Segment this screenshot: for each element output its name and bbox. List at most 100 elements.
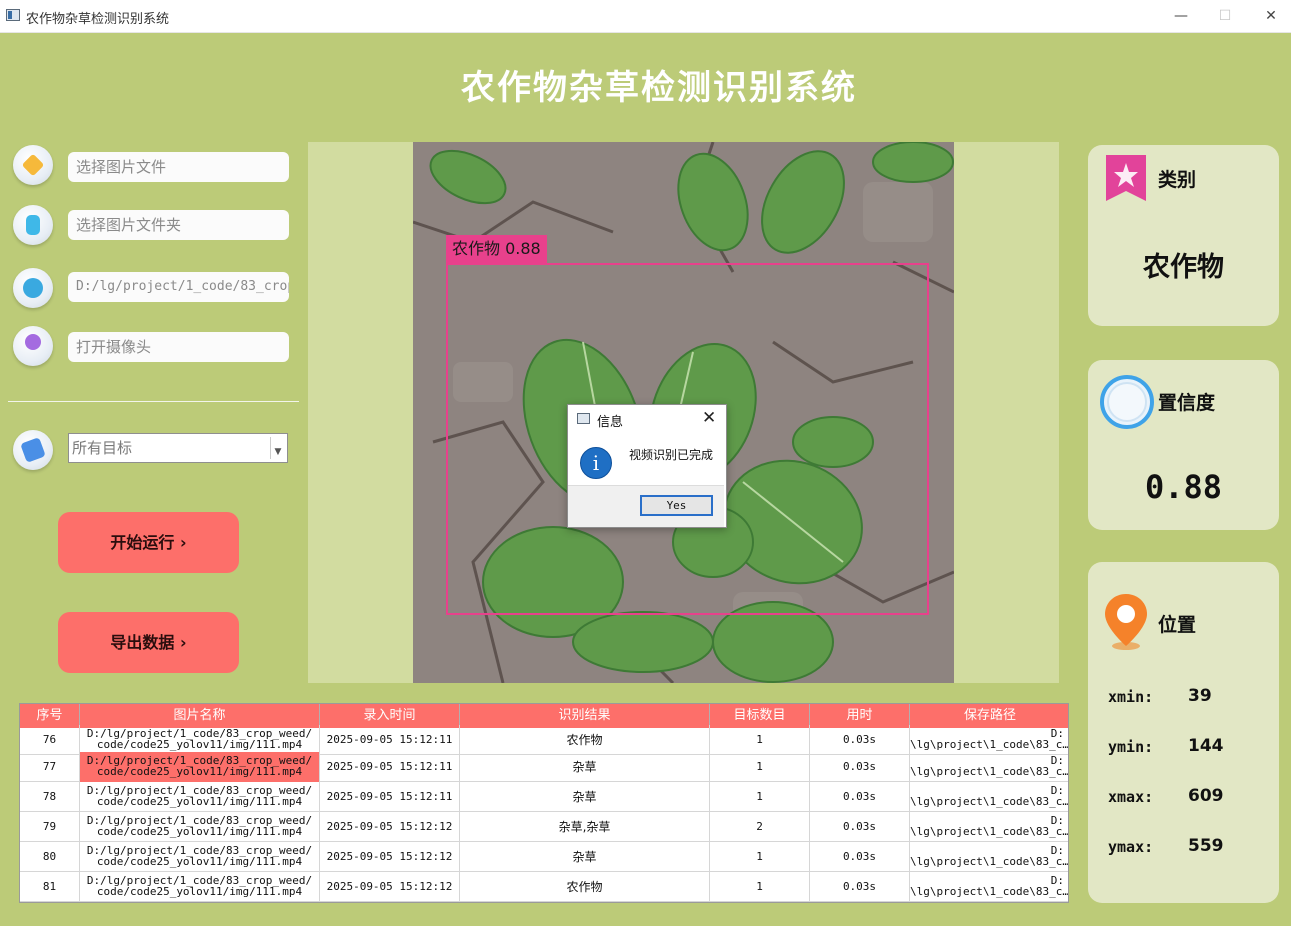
- video-icon[interactable]: [13, 268, 53, 308]
- xmin-row: xmin: 39: [1108, 686, 1212, 706]
- position-card: 位置 xmin: 39 ymin: 144 xmax: 609 ymax: 55…: [1088, 562, 1279, 903]
- cell-time: 2025-09-05 15:12:11: [320, 782, 460, 812]
- cell-path: D: \lg\project\1_code\83_c…: [910, 784, 1069, 808]
- window-title: 农作物杂草检测识别系统: [26, 12, 170, 27]
- table-row[interactable]: 77 D:/lg/project/1_code/83_crop_weed/ cod…: [20, 752, 1069, 782]
- cell-result: 农作物: [460, 872, 710, 902]
- cell-count: 1: [710, 782, 810, 812]
- cell-name: D:/lg/project/1_code/83_crop_weed/ code/…: [80, 782, 320, 812]
- ymax-label: ymax:: [1108, 838, 1154, 856]
- cell-result: 杂草: [460, 842, 710, 872]
- cell-path: D: \lg\project\1_code\83_c…: [910, 754, 1069, 778]
- cell-time: 2025-09-05 15:12:12: [320, 842, 460, 872]
- cell-elapsed: 0.03s: [810, 812, 910, 842]
- table-row[interactable]: 79 D:/lg/project/1_code/83_crop_weed/ cod…: [20, 812, 1069, 842]
- ymax-value: 559: [1188, 836, 1224, 856]
- dialog-app-icon: [577, 413, 590, 424]
- image-file-input[interactable]: 选择图片文件: [68, 152, 289, 182]
- detection-label: 农作物 0.88: [446, 235, 547, 263]
- confidence-card: 置信度 0.88: [1088, 360, 1279, 530]
- results-table[interactable]: 序号 图片名称 录入时间 识别结果 目标数目 用时 保存路径 76 D:/lg/p…: [19, 703, 1069, 903]
- cell-time: 2025-09-05 15:12:12: [320, 872, 460, 902]
- xmin-label: xmin:: [1108, 688, 1154, 706]
- dialog-title: 信息: [597, 415, 624, 430]
- target-select[interactable]: 所有目标 ▼: [68, 433, 288, 463]
- xmin-value: 39: [1188, 686, 1212, 706]
- dialog-message: 视频识别已完成: [629, 448, 714, 462]
- close-button[interactable]: ✕: [1256, 4, 1286, 28]
- cell-result: 杂草: [460, 752, 710, 782]
- xmax-row: xmax: 609: [1108, 786, 1224, 806]
- app-icon: [6, 9, 20, 21]
- info-icon: i: [580, 447, 612, 479]
- category-card: 类别 农作物: [1088, 145, 1279, 326]
- cell-name: D:/lg/project/1_code/83_crop_weed/ code/…: [80, 842, 320, 872]
- cell-path: D: \lg\project\1_code\83_c…: [910, 874, 1069, 898]
- dialog-footer: Yes: [568, 485, 724, 527]
- table-row[interactable]: 76 D:/lg/project/1_code/83_crop_weed/ cod…: [20, 725, 1069, 755]
- app-title: 农作物杂草检测识别系统: [461, 68, 857, 108]
- cell-elapsed: 0.03s: [810, 782, 910, 812]
- cell-time: 2025-09-05 15:12:11: [320, 752, 460, 782]
- info-dialog: 信息 ✕ i 视频识别已完成 Yes: [567, 404, 727, 528]
- cell-id: 77: [20, 752, 80, 782]
- cell-count: 1: [710, 842, 810, 872]
- cell-id: 78: [20, 782, 80, 812]
- maximize-button[interactable]: ☐: [1210, 4, 1240, 28]
- confidence-circle-icon: [1100, 375, 1154, 429]
- yes-button[interactable]: Yes: [640, 495, 713, 516]
- cell-count: 1: [710, 752, 810, 782]
- ymin-row: ymin: 144: [1108, 736, 1224, 756]
- cell-result: 杂草,杂草: [460, 812, 710, 842]
- window-titlebar: 农作物杂草检测识别系统 — ☐ ✕: [0, 0, 1291, 33]
- cell-elapsed: 0.03s: [810, 752, 910, 782]
- position-title: 位置: [1158, 614, 1197, 636]
- cell-path: D: \lg\project\1_code\83_c…: [910, 844, 1069, 868]
- confidence-title: 置信度: [1158, 392, 1216, 414]
- cell-name: D:/lg/project/1_code/83_crop_weed/ code/…: [80, 752, 320, 782]
- cell-path: D: \lg\project\1_code\83_c…: [910, 727, 1069, 751]
- confidence-value: 0.88: [1144, 468, 1223, 506]
- cell-elapsed: 0.03s: [810, 872, 910, 902]
- cell-id: 81: [20, 872, 80, 902]
- target-select-value: 所有目标: [72, 439, 133, 457]
- cell-elapsed: 0.03s: [810, 725, 910, 755]
- camera-icon[interactable]: [13, 326, 53, 366]
- video-path-input[interactable]: D:/lg/project/1_code/83_crop_weed/code/c…: [68, 272, 289, 302]
- divider: [8, 401, 299, 402]
- cell-result: 农作物: [460, 725, 710, 755]
- export-button[interactable]: 导出数据 ›: [58, 612, 239, 673]
- ymax-row: ymax: 559: [1108, 836, 1224, 856]
- bookmark-star-icon: [1106, 155, 1146, 201]
- table-row[interactable]: 80 D:/lg/project/1_code/83_crop_weed/ cod…: [20, 842, 1069, 872]
- ymin-value: 144: [1188, 736, 1224, 756]
- table-row[interactable]: 81 D:/lg/project/1_code/83_crop_weed/ cod…: [20, 872, 1069, 902]
- cell-id: 76: [20, 725, 80, 755]
- cell-name: D:/lg/project/1_code/83_crop_weed/ code/…: [80, 872, 320, 902]
- ymin-label: ymin:: [1108, 738, 1154, 756]
- dialog-header: 信息 ✕: [568, 405, 724, 433]
- cell-path: D: \lg\project\1_code\83_c…: [910, 814, 1069, 838]
- category-title: 类别: [1158, 169, 1197, 191]
- image-folder-input[interactable]: 选择图片文件夹: [68, 210, 289, 240]
- minimize-button[interactable]: —: [1166, 4, 1196, 28]
- xmax-label: xmax:: [1108, 788, 1154, 806]
- camera-button[interactable]: 打开摄像头: [68, 332, 289, 362]
- dialog-close-icon[interactable]: ✕: [702, 408, 716, 428]
- table-row[interactable]: 78 D:/lg/project/1_code/83_crop_weed/ cod…: [20, 782, 1069, 812]
- cell-name: D:/lg/project/1_code/83_crop_weed/ code/…: [80, 812, 320, 842]
- cell-count: 1: [710, 725, 810, 755]
- chevron-down-icon[interactable]: ▼: [270, 437, 285, 459]
- cell-count: 2: [710, 812, 810, 842]
- cell-elapsed: 0.03s: [810, 842, 910, 872]
- cell-id: 79: [20, 812, 80, 842]
- start-button[interactable]: 开始运行 ›: [58, 512, 239, 573]
- cell-name: D:/lg/project/1_code/83_crop_weed/ code/…: [80, 725, 320, 755]
- cell-count: 1: [710, 872, 810, 902]
- category-value: 农作物: [1143, 252, 1224, 283]
- cell-time: 2025-09-05 15:12:12: [320, 812, 460, 842]
- cell-result: 杂草: [460, 782, 710, 812]
- image-folder-icon[interactable]: [13, 205, 53, 245]
- image-file-icon[interactable]: [13, 145, 53, 185]
- target-tag-icon: [13, 430, 53, 470]
